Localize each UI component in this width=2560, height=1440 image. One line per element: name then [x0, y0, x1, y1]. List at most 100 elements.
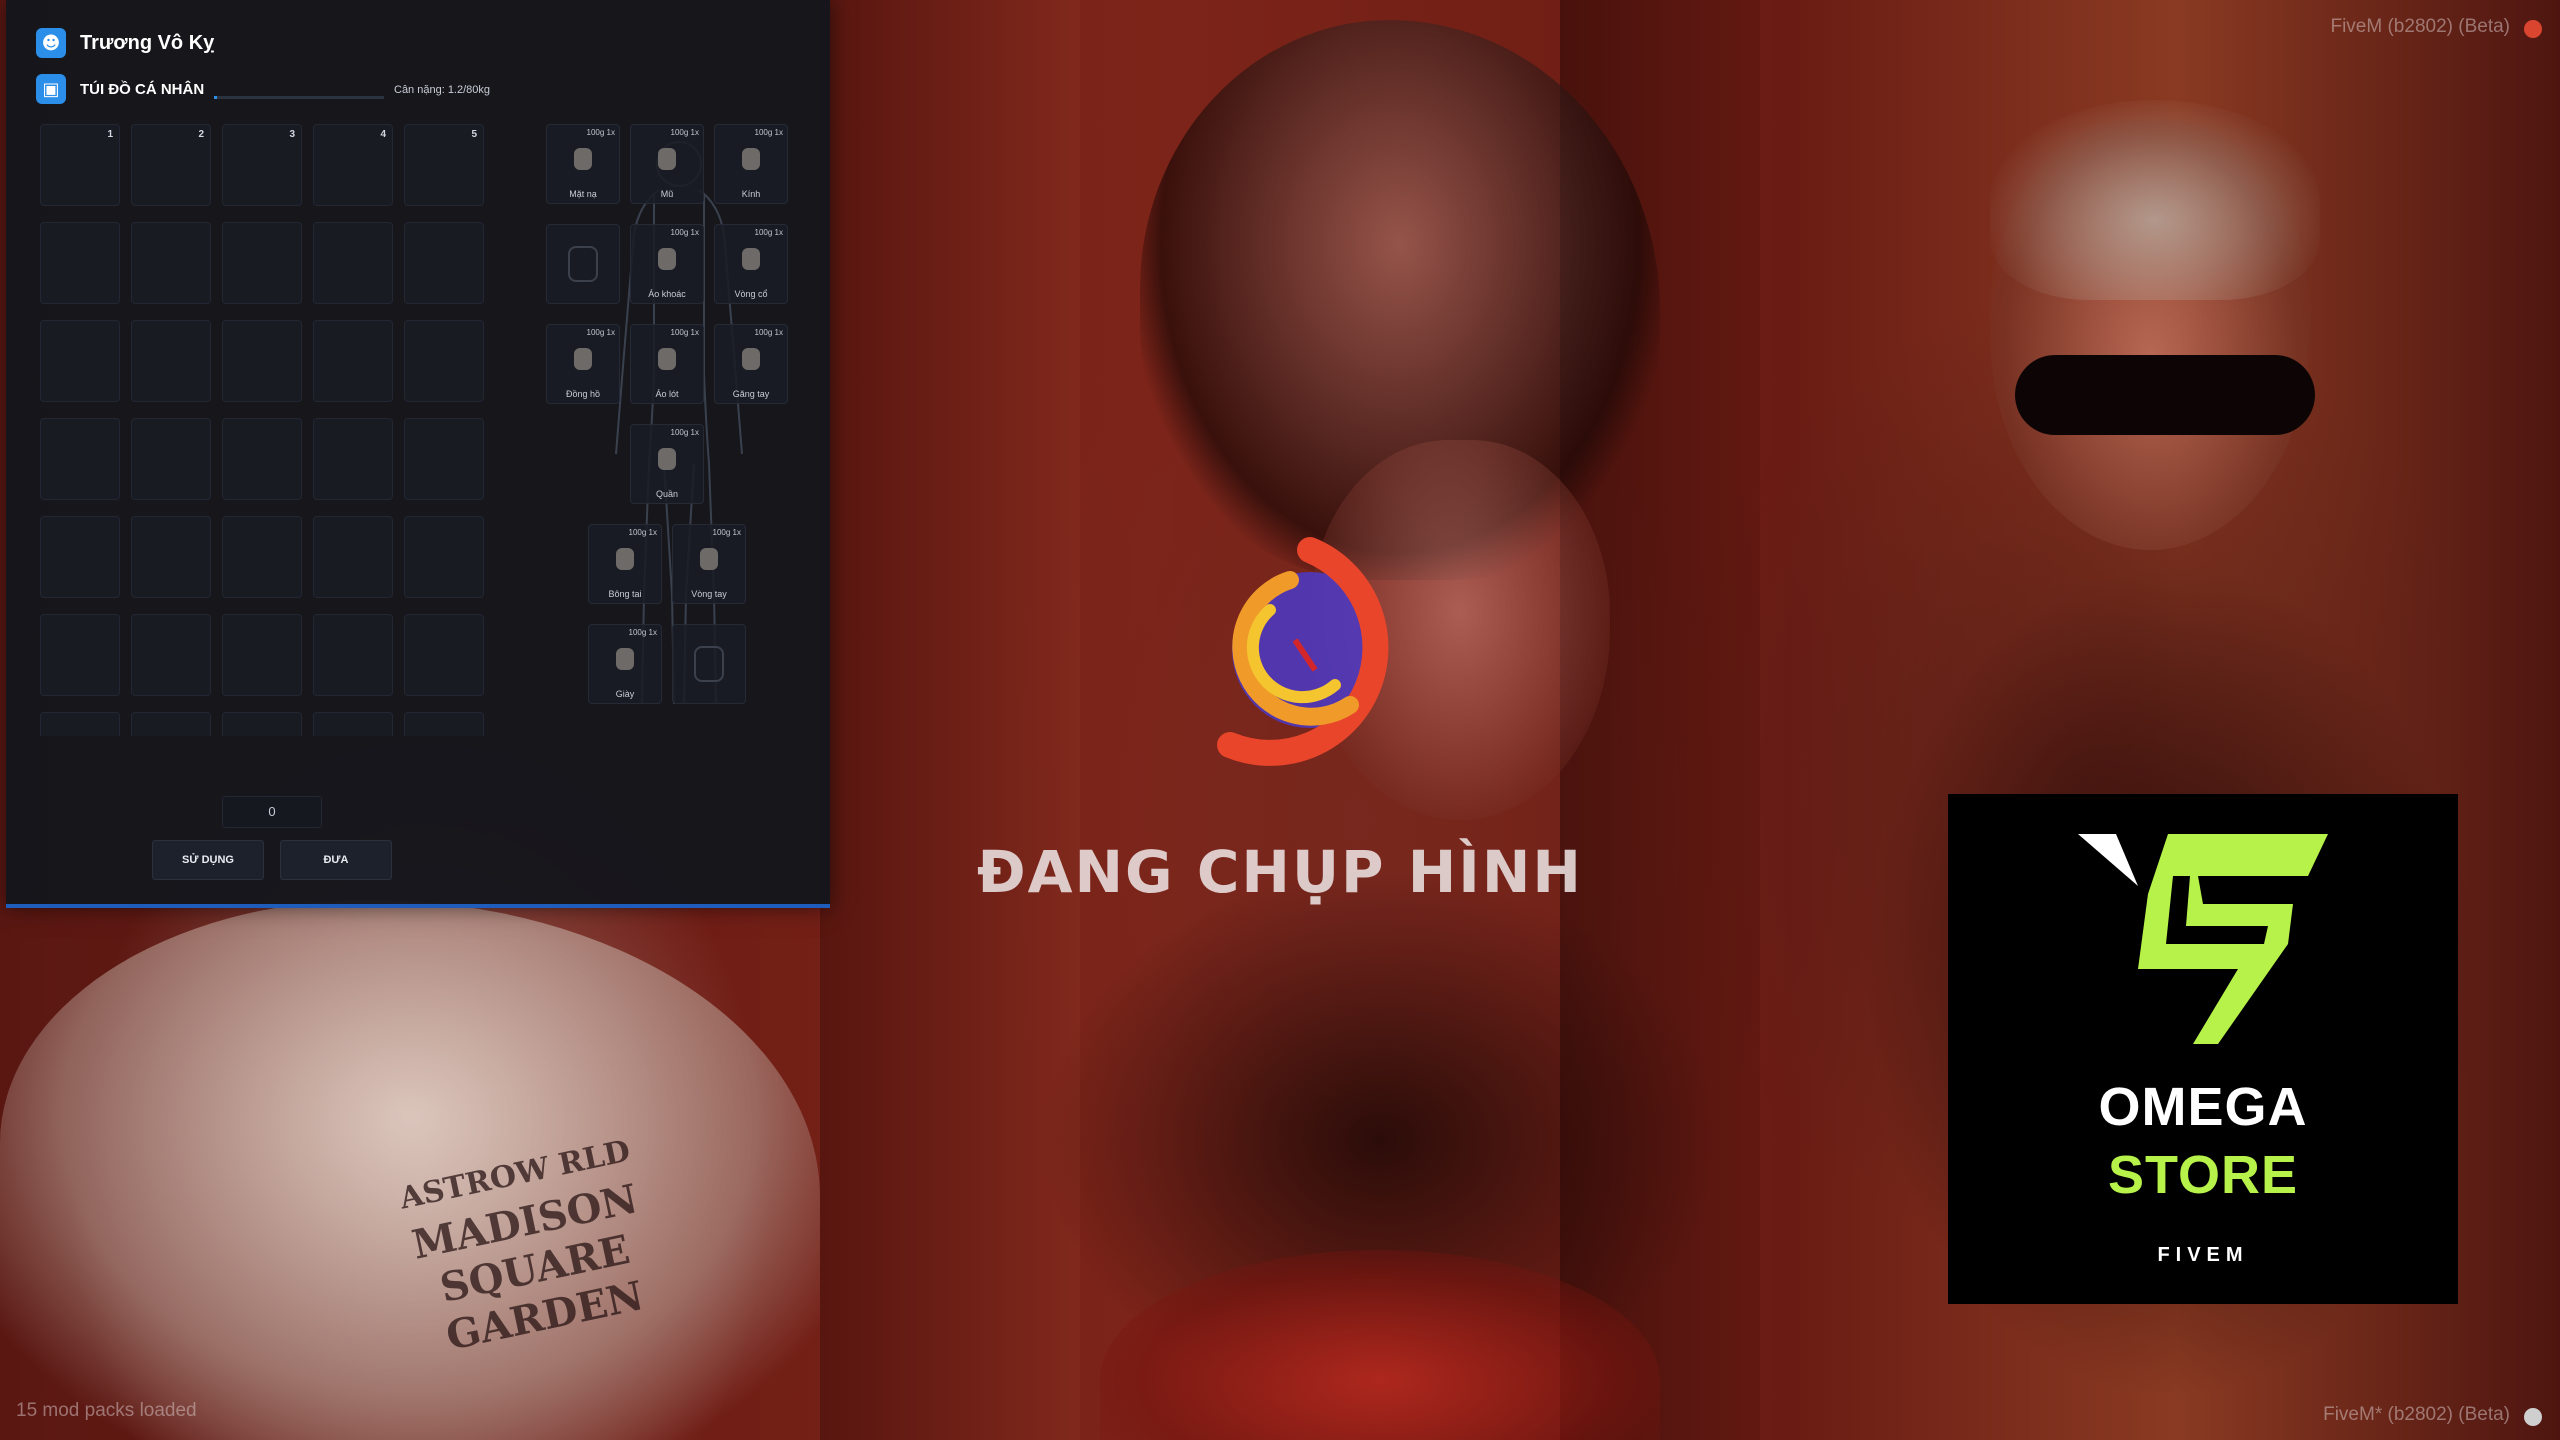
inventory-slot[interactable]: 3: [222, 124, 302, 206]
equipment-panel: 100g 1x Mặt nạ 100g 1x Mũ 100g 1x Kính 100g 1x…: [546, 124, 816, 744]
inventory-slot[interactable]: [131, 614, 211, 696]
equipment-item-icon: [574, 348, 592, 371]
omega-title: OMEGA: [2098, 1077, 2308, 1137]
equipment-slot[interactable]: 100g 1x Bông tai: [588, 524, 662, 604]
equipment-slot[interactable]: 100g 1x Áo khoác: [630, 224, 704, 304]
inventory-slot[interactable]: [131, 516, 211, 598]
equipment-slot[interactable]: 100g 1x Giày: [588, 624, 662, 704]
equipment-slot[interactable]: 100g 1x Kính: [714, 124, 788, 204]
equipment-slot[interactable]: 100g 1x Mũ: [630, 124, 704, 204]
weight-label: Cân nặng: 1.2/80kg: [394, 84, 491, 96]
equipment-slot[interactable]: 100g 1x Mặt nạ: [546, 124, 620, 204]
inventory-slot[interactable]: 4: [313, 124, 393, 206]
inventory-slot[interactable]: [404, 320, 484, 402]
equipment-slot[interactable]: [546, 224, 620, 304]
inventory-slot[interactable]: [40, 614, 120, 696]
equipment-label: Đồng hồ: [565, 389, 601, 399]
inventory-slot[interactable]: [131, 418, 211, 500]
inventory-slot[interactable]: [222, 516, 302, 598]
equipment-item-icon: [742, 148, 760, 171]
inventory-panel: ☻ Trương Vô Kỵ ▣ TÚI ĐỒ CÁ NHÂN Cân nặng…: [6, 0, 830, 908]
inventory-grid: 1 2 3 4 5: [40, 124, 500, 736]
inventory-slot[interactable]: 5: [404, 124, 484, 206]
inventory-slot[interactable]: [404, 614, 484, 696]
inventory-slot[interactable]: [404, 516, 484, 598]
inventory-slot[interactable]: [222, 222, 302, 304]
equipment-item-icon: [700, 548, 718, 571]
inventory-slot[interactable]: [313, 320, 393, 402]
equipment-label: Kính: [741, 189, 761, 199]
equipment-label: Vòng tay: [691, 589, 727, 599]
equipment-slot[interactable]: 100g 1x Đồng hồ: [546, 324, 620, 404]
inventory-slot[interactable]: [131, 222, 211, 304]
equipment-item-icon: [616, 548, 634, 571]
equipment-item-icon: [742, 348, 760, 371]
inventory-slot[interactable]: [313, 614, 393, 696]
inventory-slot[interactable]: [404, 418, 484, 500]
inventory-slot[interactable]: [313, 418, 393, 500]
equipment-slot[interactable]: 100g 1x Găng tay: [714, 324, 788, 404]
equipment-label: Áo khoác: [648, 289, 686, 299]
equipment-item-icon: [658, 248, 676, 271]
fivem-build-label: FiveM (b2802) (Beta): [2330, 16, 2510, 37]
equipment-label: Mặt nạ: [569, 189, 597, 199]
equipment-slot[interactable]: [672, 624, 746, 704]
inventory-slot[interactable]: [40, 712, 120, 736]
equipment-meta: 100g 1x: [670, 128, 699, 137]
equipment-label: Giày: [615, 689, 635, 699]
inventory-slot[interactable]: [40, 516, 120, 598]
player-name: Trương Vô Kỵ: [80, 31, 215, 54]
slot-number: 4: [380, 129, 386, 140]
inventory-slot[interactable]: [313, 222, 393, 304]
slot-number: 2: [198, 129, 204, 140]
weight-bar-fill: [214, 96, 217, 99]
inventory-slot[interactable]: [222, 614, 302, 696]
user-icon: ☻: [36, 28, 66, 58]
equipment-slot[interactable]: 100g 1x Áo lót: [630, 324, 704, 404]
slot-number: 1: [107, 129, 113, 140]
inventory-slot[interactable]: [404, 712, 484, 736]
omega-logo-icon: [2078, 834, 2328, 1044]
inventory-slot[interactable]: [131, 712, 211, 736]
inventory-slot[interactable]: [313, 712, 393, 736]
equipment-meta: 100g 1x: [628, 628, 657, 637]
slot-number: 5: [471, 129, 477, 140]
inventory-slot[interactable]: [313, 516, 393, 598]
fivem-status-icon: [2524, 20, 2542, 38]
equipment-slot[interactable]: 100g 1x Vòng cổ: [714, 224, 788, 304]
omega-subtitle: STORE: [2107, 1145, 2299, 1205]
inventory-slot[interactable]: [404, 222, 484, 304]
inventory-slot[interactable]: 2: [131, 124, 211, 206]
inventory-slot[interactable]: [40, 418, 120, 500]
equipment-label: Bông tai: [608, 589, 642, 599]
equipment-meta: 100g 1x: [754, 328, 783, 337]
equipment-slot[interactable]: 100g 1x Quần: [630, 424, 704, 504]
equipment-item-icon: [574, 148, 592, 171]
equipment-meta: 100g 1x: [712, 528, 741, 537]
equipment-meta: 100g 1x: [754, 128, 783, 137]
equipment-label: Vòng cổ: [734, 289, 768, 299]
inventory-slot[interactable]: [222, 712, 302, 736]
quantity-input[interactable]: 0: [222, 796, 322, 828]
equipment-label: Mũ: [660, 189, 674, 199]
inventory-slot[interactable]: [40, 222, 120, 304]
give-button[interactable]: ĐƯA: [280, 840, 392, 880]
capture-status-text: ĐANG CHỤP HÌNH: [977, 838, 1583, 906]
equipment-slot[interactable]: 100g 1x Vòng tay: [672, 524, 746, 604]
inventory-slot[interactable]: [40, 320, 120, 402]
inventory-slot[interactable]: [222, 418, 302, 500]
inventory-slot[interactable]: [222, 320, 302, 402]
empty-slot-icon: [694, 646, 724, 682]
left-character-shirt: [0, 900, 820, 1440]
briefcase-icon: ▣: [36, 74, 66, 104]
equipment-item-icon: [658, 348, 676, 371]
empty-slot-icon: [568, 246, 598, 282]
equipment-meta: 100g 1x: [670, 328, 699, 337]
capture-logo-icon: [1217, 537, 1389, 766]
use-button[interactable]: SỬ DỤNG: [152, 840, 264, 880]
inventory-slot[interactable]: [131, 320, 211, 402]
equipment-meta: 100g 1x: [586, 328, 615, 337]
inventory-slot[interactable]: 1: [40, 124, 120, 206]
equipment-meta: 100g 1x: [754, 228, 783, 237]
equipment-meta: 100g 1x: [670, 428, 699, 437]
